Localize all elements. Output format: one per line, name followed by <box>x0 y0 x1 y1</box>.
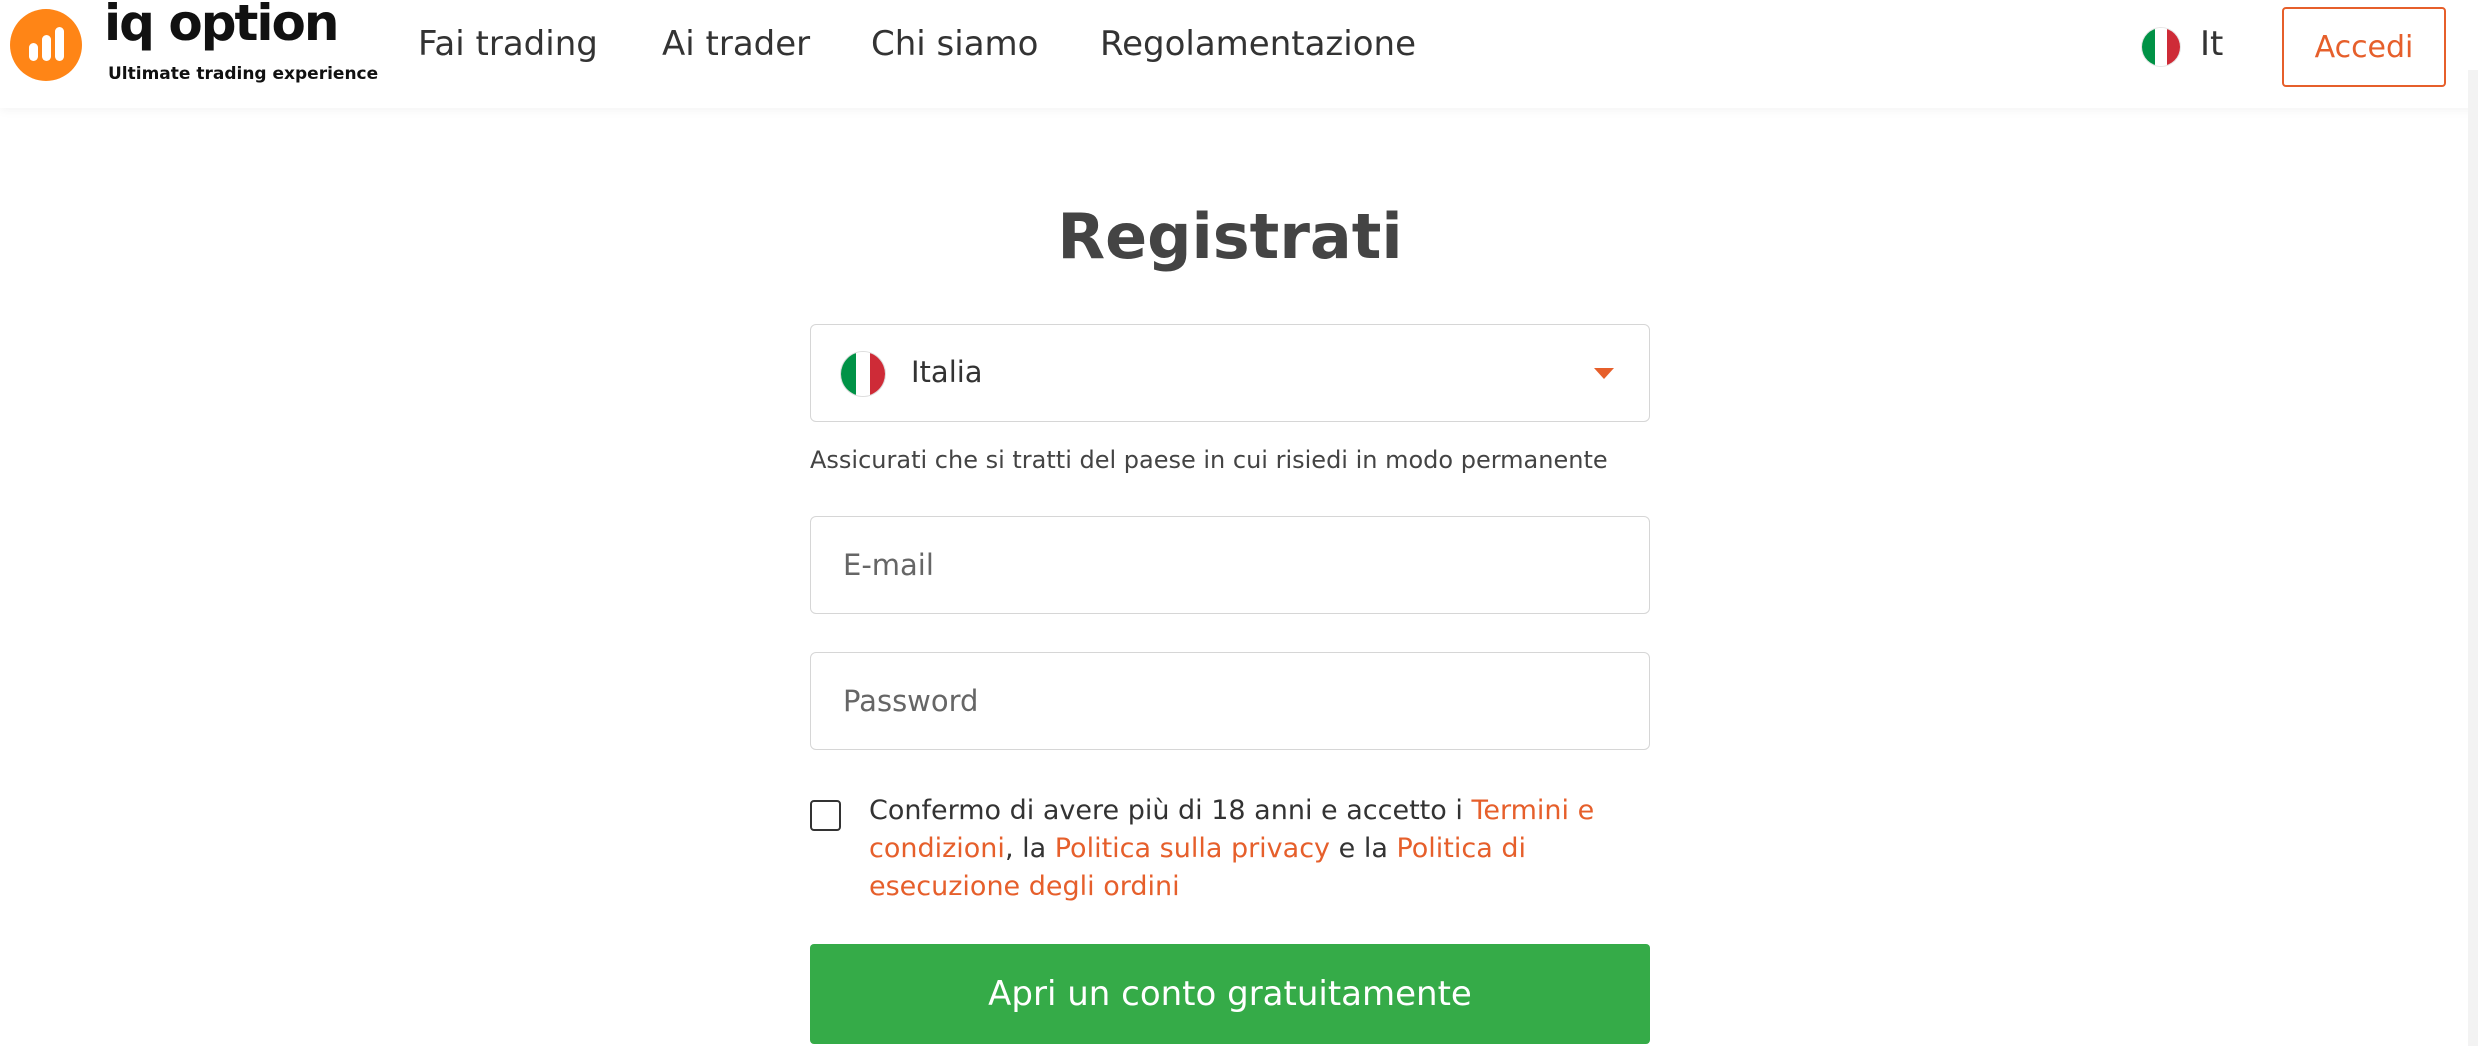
consent-text-part: e la <box>1330 833 1397 864</box>
consent-text-part: Confermo di avere più di 18 anni e accet… <box>869 795 1472 826</box>
brand-tagline: Ultimate trading experience <box>108 64 379 84</box>
consent-checkbox[interactable] <box>810 800 841 831</box>
site-header: iq option Ultimate trading experience Fa… <box>0 0 2478 108</box>
logo-bar <box>42 35 51 61</box>
email-field-wrapper <box>810 516 1650 614</box>
email-field[interactable] <box>811 517 1649 613</box>
brand-logo[interactable]: iq option Ultimate trading experience <box>10 0 378 90</box>
country-hint: Assicurati che si tratti del paese in cu… <box>810 446 1608 474</box>
privacy-policy-link[interactable]: Politica sulla privacy <box>1055 833 1330 864</box>
password-field[interactable] <box>811 653 1649 749</box>
chevron-down-icon[interactable] <box>1594 368 1614 379</box>
italy-flag-icon <box>841 352 885 396</box>
login-button[interactable]: Accedi <box>2282 7 2446 87</box>
open-account-button[interactable]: Apri un conto gratuitamente <box>810 944 1650 1044</box>
logo-bar <box>55 27 64 61</box>
logo-chart-icon <box>10 9 82 81</box>
country-select[interactable]: Italia <box>810 324 1650 422</box>
nav-ai-trader[interactable]: Ai trader <box>662 24 810 64</box>
nav-fai-trading[interactable]: Fai trading <box>418 24 598 64</box>
consent-text: Confermo di avere più di 18 anni e accet… <box>869 792 1629 906</box>
page-scrollbar[interactable] <box>2468 70 2478 1046</box>
nav-regolamentazione[interactable]: Regolamentazione <box>1100 24 1416 64</box>
nav-chi-siamo[interactable]: Chi siamo <box>871 24 1038 64</box>
country-value: Italia <box>911 355 983 389</box>
consent-text-part: , la <box>1004 833 1055 864</box>
brand-name: iq option <box>104 0 339 52</box>
password-field-wrapper <box>810 652 1650 750</box>
logo-bar <box>29 43 38 61</box>
page-title: Registrati <box>1057 200 1403 273</box>
italy-flag-icon[interactable] <box>2142 28 2180 66</box>
language-selector[interactable]: It <box>2200 24 2223 64</box>
